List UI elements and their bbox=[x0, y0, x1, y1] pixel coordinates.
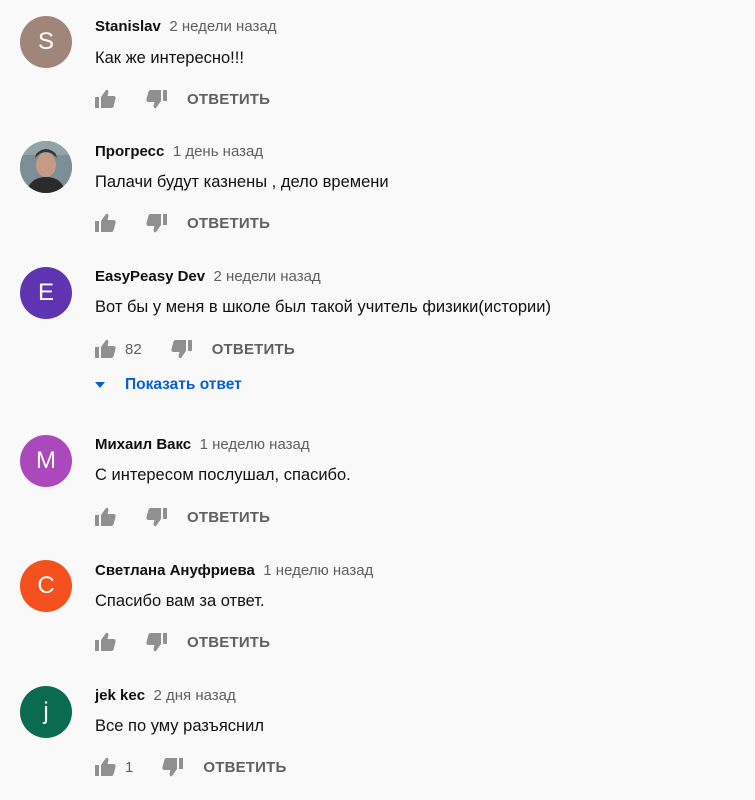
reply-button[interactable]: ОТВЕТИТЬ bbox=[187, 634, 270, 651]
author-name[interactable]: EasyPeasy Dev bbox=[95, 268, 205, 285]
comment-toolbar: ОТВЕТИТЬ bbox=[95, 211, 270, 235]
comment-header: Stanislav 2 недели назад bbox=[95, 18, 276, 36]
show-replies-label: Показать ответ bbox=[125, 376, 242, 393]
comment-text: Как же интересно!!! bbox=[95, 49, 244, 67]
comment-toolbar: 1 ОТВЕТИТЬ bbox=[95, 755, 287, 779]
reply-button[interactable]: ОТВЕТИТЬ bbox=[212, 341, 295, 358]
author-name[interactable]: Михаил Вакс bbox=[95, 436, 191, 453]
comment-time[interactable]: 2 недели назад bbox=[214, 268, 321, 285]
thumbs-down-icon[interactable] bbox=[161, 757, 184, 777]
reply-button[interactable]: ОТВЕТИТЬ bbox=[187, 91, 270, 108]
comment-toolbar: ОТВЕТИТЬ bbox=[95, 87, 270, 111]
comment-time[interactable]: 2 дня назад bbox=[154, 687, 236, 704]
avatar[interactable]: S bbox=[20, 16, 72, 68]
user-photo-icon bbox=[20, 141, 72, 193]
comment-header: Светлана Ануфриева 1 неделю назад bbox=[95, 562, 373, 580]
comment-toolbar: ОТВЕТИТЬ bbox=[95, 505, 270, 529]
author-name[interactable]: Светлана Ануфриева bbox=[95, 562, 255, 579]
avatar[interactable]: j bbox=[20, 686, 72, 738]
comment-time[interactable]: 1 неделю назад bbox=[263, 562, 373, 579]
reply-button[interactable]: ОТВЕТИТЬ bbox=[187, 509, 270, 526]
reply-button[interactable]: ОТВЕТИТЬ bbox=[203, 759, 286, 776]
thumbs-up-icon[interactable] bbox=[95, 507, 117, 527]
comment-text: Палачи будут казнены , дело времени bbox=[95, 173, 389, 191]
thumbs-up-icon[interactable] bbox=[95, 339, 117, 359]
comment-time[interactable]: 2 недели назад bbox=[169, 18, 276, 35]
thumbs-down-icon[interactable] bbox=[145, 507, 167, 527]
thumbs-up-icon[interactable] bbox=[95, 89, 117, 109]
reply-button[interactable]: ОТВЕТИТЬ bbox=[187, 215, 270, 232]
comment-text: С интересом послушал, спасибо. bbox=[95, 466, 351, 484]
author-name[interactable]: jek kec bbox=[95, 687, 145, 704]
comment-header: Прогресс 1 день назад bbox=[95, 143, 263, 161]
avatar[interactable] bbox=[20, 141, 72, 193]
comment-text: Все по уму разъяснил bbox=[95, 717, 264, 735]
comment-text: Вот бы у меня в школе был такой учитель … bbox=[95, 298, 551, 316]
comment-time[interactable]: 1 день назад bbox=[173, 143, 263, 160]
avatar[interactable]: M bbox=[20, 435, 72, 487]
thumbs-down-icon[interactable] bbox=[145, 89, 167, 109]
like-count: 1 bbox=[125, 758, 134, 776]
thumbs-up-icon[interactable] bbox=[95, 757, 117, 777]
caret-down-icon bbox=[95, 382, 105, 388]
thumbs-down-icon[interactable] bbox=[170, 339, 192, 359]
comment-toolbar: ОТВЕТИТЬ bbox=[95, 630, 270, 654]
thumbs-down-icon[interactable] bbox=[145, 213, 167, 233]
avatar[interactable]: E bbox=[20, 267, 72, 319]
thumbs-up-icon[interactable] bbox=[95, 632, 117, 652]
author-name[interactable]: Stanislav bbox=[95, 18, 161, 35]
show-replies-button[interactable]: Показать ответ bbox=[95, 376, 242, 394]
comment-text: Спасибо вам за ответ. bbox=[95, 592, 265, 610]
comment-header: Михаил Вакс 1 неделю назад bbox=[95, 436, 310, 454]
comment-time[interactable]: 1 неделю назад bbox=[200, 436, 310, 453]
comment-toolbar: 82 ОТВЕТИТЬ bbox=[95, 337, 295, 361]
like-count: 82 bbox=[125, 340, 142, 358]
comment-header: EasyPeasy Dev 2 недели назад bbox=[95, 268, 321, 286]
thumbs-down-icon[interactable] bbox=[145, 632, 167, 652]
author-name[interactable]: Прогресс bbox=[95, 143, 164, 160]
avatar[interactable]: C bbox=[20, 560, 72, 612]
thumbs-up-icon[interactable] bbox=[95, 213, 117, 233]
comment-header: jek kec 2 дня назад bbox=[95, 687, 236, 705]
